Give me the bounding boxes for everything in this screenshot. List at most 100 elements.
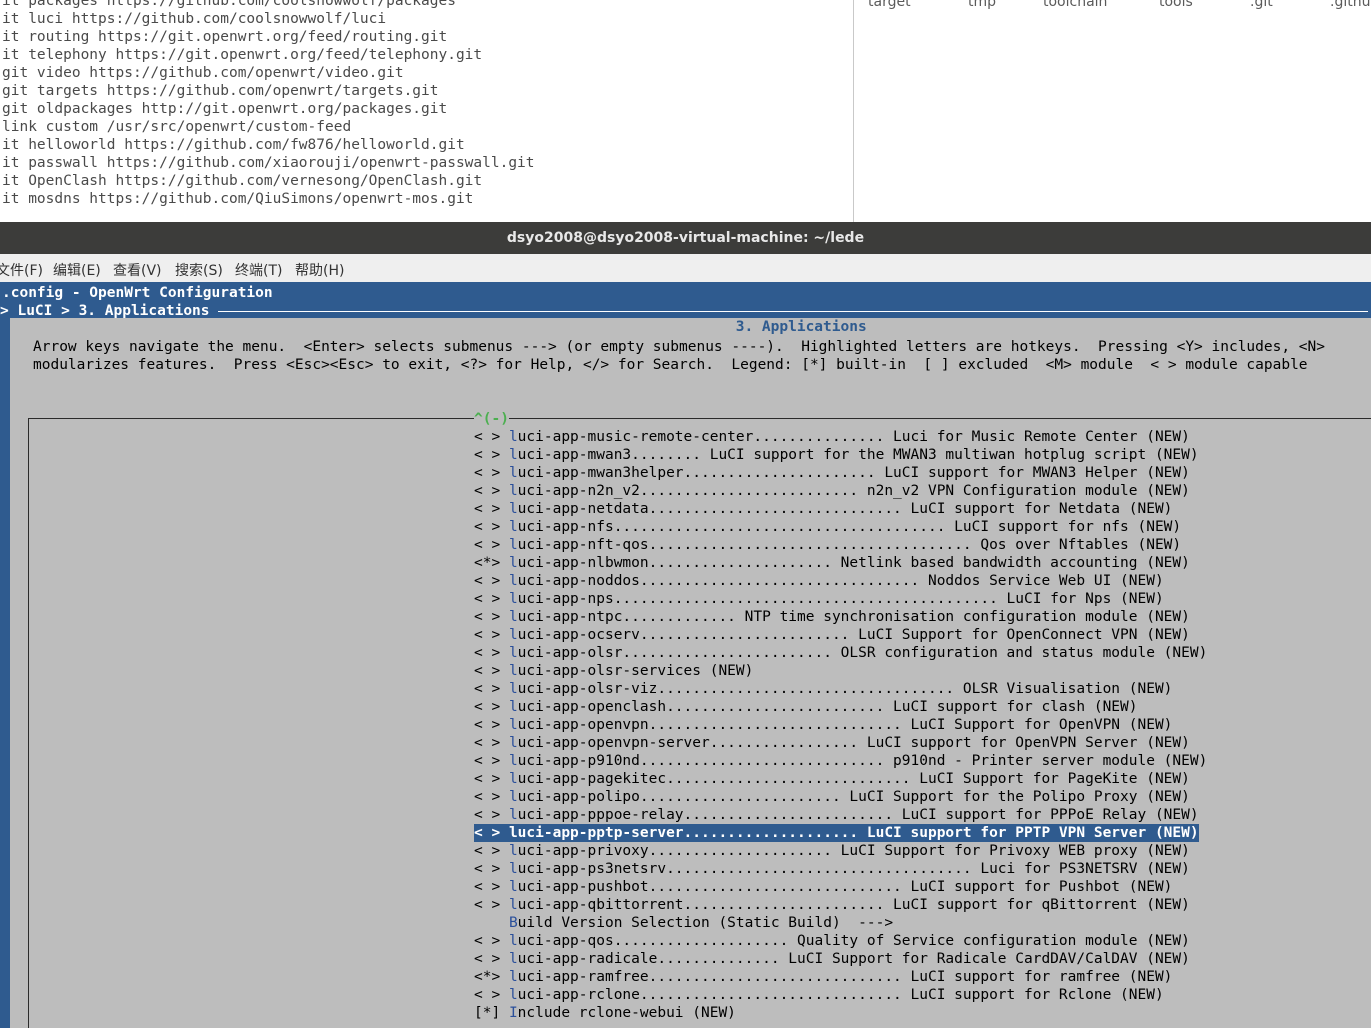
menu-option[interactable]: [*] Include rclone-webui (NEW) (474, 1004, 736, 1022)
option-state: < > (474, 789, 501, 805)
menu-option[interactable]: < > luci-app-olsr-viz...................… (474, 680, 1172, 698)
option-label: uci-app-mwan3helper.....................… (517, 465, 1190, 481)
option-hotkey: l (508, 555, 518, 571)
background-terminal-window[interactable]: it packages https://github.com/coolsnoww… (0, 0, 854, 222)
option-state: < > (474, 429, 501, 445)
terminal-menubar: 文件(F) 编辑(E) 查看(V) 搜索(S) 终端(T) 帮助(H) (0, 254, 1371, 282)
option-state: < > (474, 537, 501, 553)
option-state: < > (474, 951, 501, 967)
option-hotkey: l (508, 429, 518, 445)
option-hotkey: l (508, 447, 518, 463)
option-hotkey: l (508, 681, 518, 697)
option-hotkey: l (508, 519, 518, 535)
option-label: uci-app-ocserv........................ L… (517, 627, 1190, 643)
option-label: uild Version Selection (Static Build) --… (517, 915, 894, 931)
option-state: < > (474, 843, 501, 859)
menu-option[interactable]: < > luci-app-ntpc............. NTP time … (474, 608, 1190, 626)
menu-option[interactable]: < > luci-app-privoxy....................… (474, 842, 1190, 860)
menu-option[interactable]: < > luci-app-mwan3helper................… (474, 464, 1190, 482)
option-label: uci-app-pagekitec.......................… (517, 771, 1190, 787)
option-label: uci-app-qbittorrent.....................… (517, 897, 1190, 913)
menu-option[interactable]: < > luci-app-netdata....................… (474, 500, 1172, 518)
menu-option[interactable]: < > luci-app-qos.................... Qua… (474, 932, 1190, 950)
option-state: < > (474, 735, 501, 751)
terminal-output-line: it mosdns https://github.com/QiuSimons/o… (2, 191, 474, 207)
menu-item[interactable]: 文件(F) (0, 260, 43, 280)
menu-option[interactable]: < > luci-app-pushbot....................… (474, 878, 1172, 896)
menu-option[interactable]: < > luci-app-rclone.....................… (474, 986, 1164, 1004)
option-label: uci-app-noddos..........................… (517, 573, 1164, 589)
option-hotkey: l (508, 789, 518, 805)
menu-option[interactable]: <*> luci-app-nlbwmon....................… (474, 554, 1190, 572)
menu-option[interactable]: < > luci-app-ps3netsrv..................… (474, 860, 1190, 878)
terminal-titlebar[interactable]: dsyo2008@dsyo2008-virtual-machine: ~/led… (0, 222, 1371, 254)
file-item-label[interactable]: .github (1330, 0, 1371, 10)
menu-option[interactable]: < > luci-app-olsr.......................… (474, 644, 1207, 662)
menu-option[interactable]: < > luci-app-pagekitec..................… (474, 770, 1190, 788)
option-label: uci-app-openvpn.........................… (517, 717, 1173, 733)
menu-option[interactable]: < > luci-app-noddos.....................… (474, 572, 1164, 590)
file-item-label[interactable]: .git (1250, 0, 1273, 10)
option-label: uci-app-rclone..........................… (517, 987, 1164, 1003)
file-manager-window[interactable]: target tmp toolchain tools .git .github (854, 0, 1371, 222)
menu-option[interactable]: < > luci-app-mwan3........ LuCI support … (474, 446, 1199, 464)
option-state: < > (474, 645, 501, 661)
file-item-label[interactable]: toolchain (1043, 0, 1107, 10)
menu-option[interactable]: < > luci-app-p910nd.....................… (474, 752, 1207, 770)
option-hotkey: l (508, 807, 518, 823)
option-label: uci-app-openvpn-server................. … (517, 735, 1190, 751)
menu-option[interactable]: Build Version Selection (Static Build) -… (474, 914, 893, 932)
option-state: < > (474, 663, 501, 679)
option-label: uci-app-olsr-viz........................… (517, 681, 1173, 697)
option-label: uci-app-music-remote-center.............… (517, 429, 1190, 445)
terminal-output-line: it telephony https://git.openwrt.org/fee… (2, 47, 483, 63)
terminal-output-line: it packages https://github.com/coolsnoww… (2, 0, 456, 9)
file-item-label[interactable]: tools (1159, 0, 1193, 10)
option-state: < > (474, 573, 501, 589)
option-label: uci-app-openclash.......................… (517, 699, 1138, 715)
menu-option[interactable]: < > luci-app-ocserv.....................… (474, 626, 1190, 644)
option-hotkey: l (508, 717, 518, 733)
menu-item[interactable]: 搜索(S) (175, 260, 223, 280)
menu-option[interactable]: < > luci-app-openvpn-server.............… (474, 734, 1190, 752)
option-hotkey: l (508, 951, 518, 967)
menu-option[interactable]: < > luci-app-openvpn....................… (474, 716, 1172, 734)
option-hotkey: l (508, 591, 518, 607)
menu-option[interactable]: <*> luci-app-ramfree....................… (474, 968, 1172, 986)
option-hotkey: l (508, 609, 518, 625)
breadcrumb-text: > LuCI > 3. Applications (0, 303, 219, 319)
menu-option[interactable]: < > luci-app-music-remote-center........… (474, 428, 1190, 446)
file-item-label[interactable]: tmp (968, 0, 996, 10)
option-hotkey: l (508, 861, 518, 877)
option-hotkey: l (508, 573, 518, 589)
option-label: uci-app-pptp-server.................... … (517, 825, 1199, 841)
menu-item[interactable]: 查看(V) (113, 260, 162, 280)
option-label: uci-app-nft-qos.........................… (517, 537, 1182, 553)
option-state: < > (474, 807, 501, 823)
menu-option[interactable]: < > luci-app-radicale.............. LuCI… (474, 950, 1190, 968)
terminal-output-line: it luci https://github.com/coolsnowwolf/… (2, 11, 387, 27)
menu-option[interactable]: < > luci-app-nfs........................… (474, 518, 1181, 536)
help-text-line-1: Arrow keys navigate the menu. <Enter> se… (33, 339, 1326, 355)
option-hotkey: l (508, 771, 518, 787)
option-label: uci-app-ramfree.........................… (517, 969, 1173, 985)
menu-item[interactable]: 编辑(E) (53, 260, 101, 280)
option-label: uci-app-privoxy..................... LuC… (517, 843, 1190, 859)
menu-option[interactable]: < > luci-app-nps........................… (474, 590, 1164, 608)
option-label: uci-app-ps3netsrv.......................… (517, 861, 1190, 877)
menu-item[interactable]: 终端(T) (235, 260, 282, 280)
menu-option[interactable]: < > luci-app-polipo.....................… (474, 788, 1190, 806)
menu-option[interactable]: < > luci-app-pppoe-relay................… (474, 806, 1199, 824)
option-label: uci-app-netdata.........................… (517, 501, 1173, 517)
dialog-title: 3. Applications (725, 318, 878, 336)
menu-option[interactable]: < > luci-app-nft-qos....................… (474, 536, 1181, 554)
menu-option[interactable]: < > luci-app-n2n_v2.....................… (474, 482, 1190, 500)
menu-option-selected[interactable]: < > luci-app-pptp-server................… (474, 824, 1199, 842)
menu-option[interactable]: < > luci-app-openclash..................… (474, 698, 1137, 716)
menu-option[interactable]: < > luci-app-qbittorrent................… (474, 896, 1190, 914)
option-hotkey: l (508, 933, 518, 949)
terminal-content[interactable]: .config - OpenWrt Configuration > LuCI >… (0, 282, 1371, 1028)
menu-item[interactable]: 帮助(H) (295, 260, 344, 280)
file-item-label[interactable]: target (868, 0, 911, 10)
menu-option[interactable]: < > luci-app-olsr-services (NEW) (474, 662, 753, 680)
